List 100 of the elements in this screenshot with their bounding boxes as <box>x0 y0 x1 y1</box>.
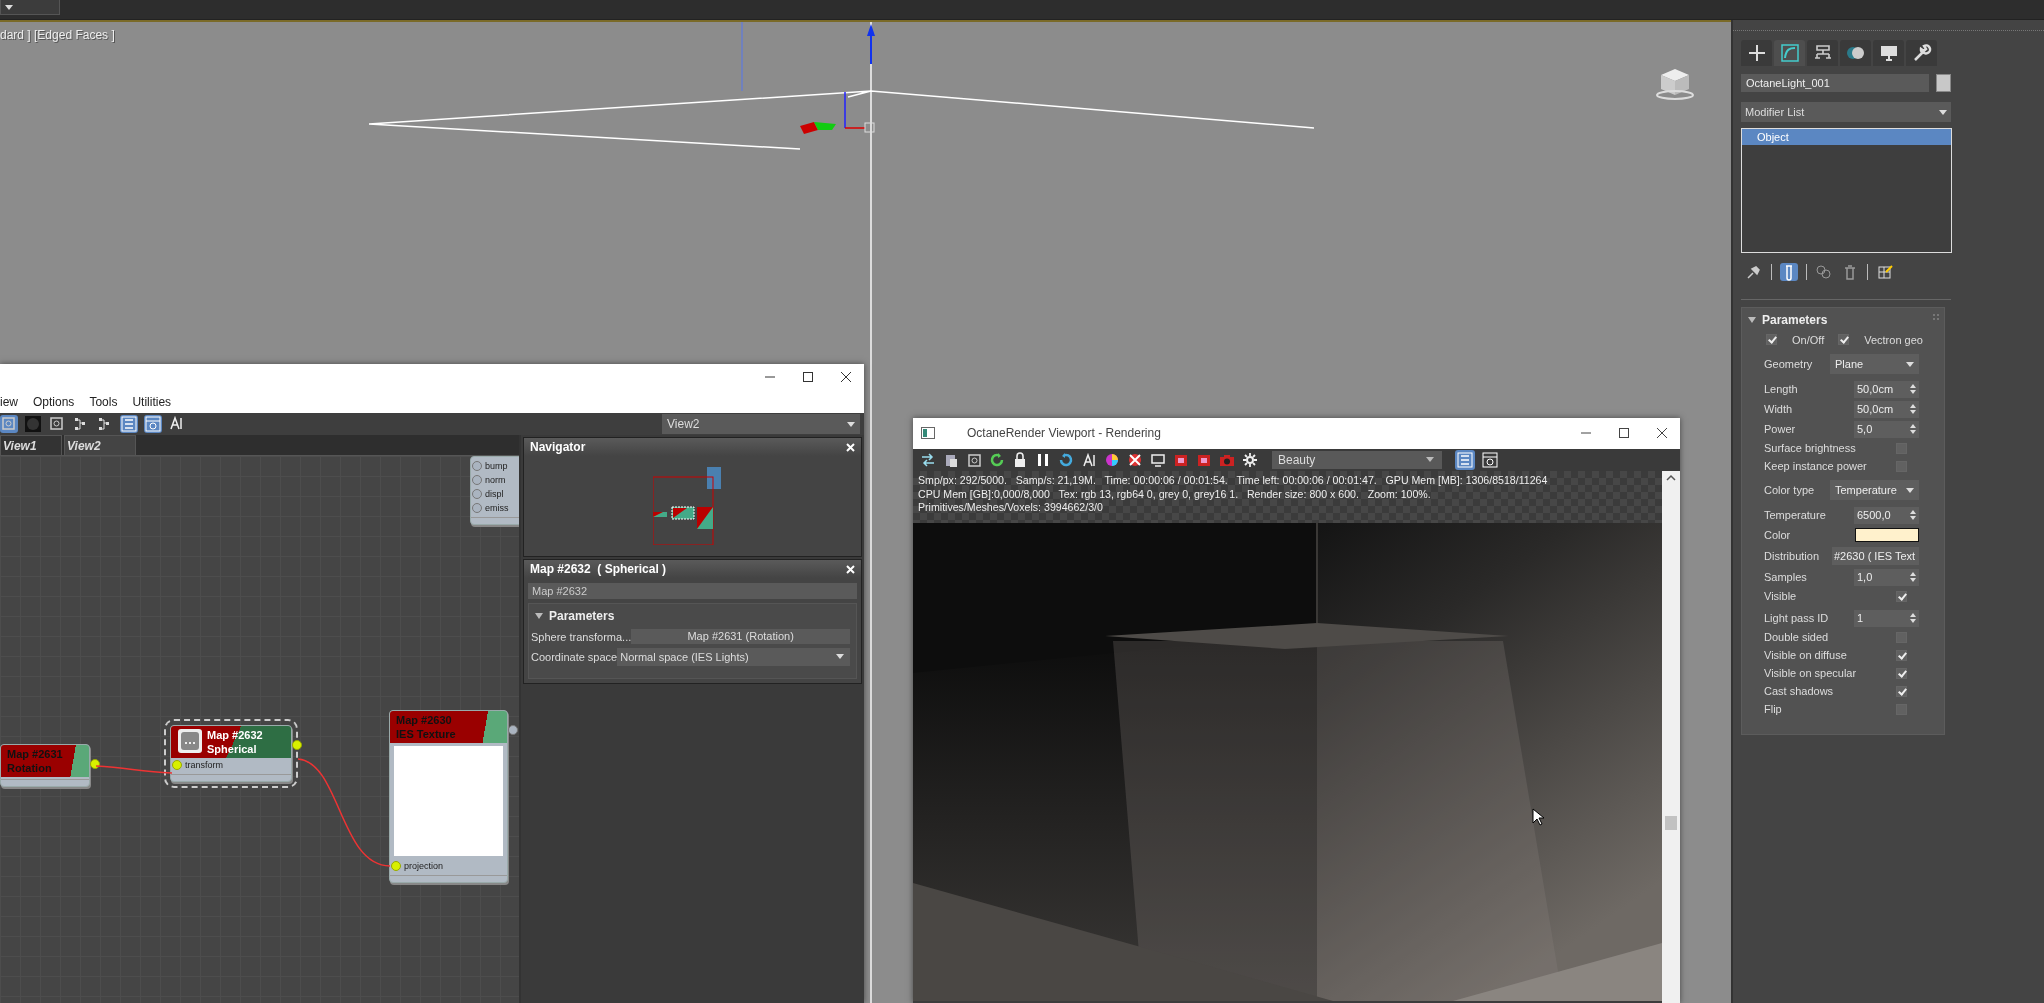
list-icon[interactable] <box>1455 449 1475 470</box>
close-button[interactable] <box>1656 427 1668 440</box>
map-node[interactable]: Map #2630 IES Texture projection <box>389 710 508 883</box>
map-button[interactable]: Map #2631 (Rotation) <box>631 629 850 644</box>
view-tab[interactable]: View2 <box>64 435 136 455</box>
caret-icon <box>847 421 855 427</box>
monitor-icon <box>1878 43 1899 63</box>
menu-item[interactable]: Options <box>33 394 75 409</box>
close-button[interactable] <box>840 371 852 383</box>
spinner-field[interactable]: 50,0cm <box>1854 400 1919 418</box>
color-swatch[interactable] <box>1936 74 1951 92</box>
name-field[interactable]: Map #2632 <box>528 583 857 599</box>
curve-icon <box>1779 43 1800 63</box>
port-dot[interactable] <box>472 489 482 499</box>
spinner-field[interactable]: 6500,0 <box>1854 506 1919 524</box>
panel-title: Navigator <box>530 440 586 454</box>
node-subtitle: Rotation <box>7 761 53 775</box>
modifier-list-dropdown[interactable]: Modifier List <box>1741 102 1951 122</box>
pin-icon[interactable] <box>1745 263 1763 281</box>
checkbox[interactable] <box>1838 334 1850 345</box>
spinner-arrows-icon <box>1910 384 1916 394</box>
checkbox-label: Surface brightness <box>1764 442 1857 454</box>
port-dot[interactable] <box>472 503 482 513</box>
port-label: norm <box>485 475 506 485</box>
stack-item[interactable]: Object <box>1742 129 1951 145</box>
field-label: Power <box>1764 423 1797 435</box>
menu-item[interactable]: Tools <box>89 394 118 409</box>
dropdown[interactable]: Plane <box>1830 354 1919 374</box>
node-stub[interactable]: bump norm displ emiss <box>470 456 519 525</box>
checkbox[interactable] <box>1896 649 1907 661</box>
spinner-field[interactable]: 1,0 <box>1854 568 1919 586</box>
tube-icon[interactable] <box>1780 263 1798 281</box>
window-title: OctaneRender Viewport - Rendering <box>967 426 1162 441</box>
panel-tab[interactable] <box>1840 40 1871 66</box>
panel-tab[interactable] <box>1741 40 1772 66</box>
collapse-icon[interactable] <box>1748 317 1756 323</box>
spinner-field[interactable]: 50,0cm <box>1854 380 1919 398</box>
window-icon[interactable] <box>144 415 162 433</box>
checkbox-label: Visible <box>1764 590 1798 602</box>
spinner-field[interactable]: 1 <box>1854 609 1919 627</box>
port-dot[interactable] <box>391 861 401 871</box>
checkbox[interactable] <box>1896 685 1907 697</box>
port-dot[interactable] <box>90 759 100 769</box>
port-dot[interactable] <box>508 725 518 735</box>
box-icon[interactable] <box>0 415 18 433</box>
checkbox-label: Keep instance power <box>1764 460 1868 472</box>
node-title: Map #2631 <box>7 747 63 761</box>
stats-line: Primitives/Meshes/Voxels: 3994662/3/0 <box>918 501 1104 515</box>
color-swatch[interactable] <box>1855 528 1919 542</box>
checkbox[interactable] <box>1896 590 1907 602</box>
checkbox[interactable] <box>1896 667 1907 679</box>
panel-tab[interactable] <box>1906 40 1937 66</box>
caret-icon <box>5 4 13 10</box>
field-label: Light pass ID <box>1764 612 1830 624</box>
arrows-icon[interactable] <box>919 450 937 469</box>
spinner-arrows-icon <box>1910 424 1916 434</box>
checkbox-label: Cast shadows <box>1764 685 1835 697</box>
caret-icon <box>1939 109 1947 115</box>
menu-item[interactable]: Utilities <box>132 394 172 409</box>
port-dot[interactable] <box>472 461 482 471</box>
spinner-field[interactable]: 5,0 <box>1854 420 1919 438</box>
caret-icon <box>1426 457 1434 463</box>
field-label: Temperature <box>1764 509 1827 521</box>
box-icon[interactable] <box>48 415 66 433</box>
dropdown[interactable]: Normal space (IES Lights) <box>617 647 850 666</box>
dropdown[interactable]: Temperature <box>1830 480 1919 500</box>
list-icon[interactable] <box>120 415 138 433</box>
cursor-icon <box>1532 808 1544 826</box>
port-dot[interactable] <box>172 760 182 770</box>
gear-icon[interactable] <box>1241 450 1259 469</box>
spinner-arrows-icon <box>1910 572 1916 582</box>
stats-line: Smp/px: 292/5000. Samp/s: 21,19M. Time: 00:00:06 / 00:01:54. Time left: 00:00:06 / 00:01:47. GPU Mem [MB]: 1306/8518/11264 <box>918 474 1549 488</box>
pass-dropdown[interactable]: Beauty <box>1272 450 1442 469</box>
collapse-icon[interactable] <box>535 613 543 619</box>
port-label: bump <box>485 461 508 471</box>
panel-tab[interactable] <box>1807 40 1838 66</box>
maximize-button[interactable] <box>802 371 814 383</box>
field-label: Geometry <box>1764 358 1814 370</box>
view-dropdown[interactable]: View2 <box>662 414 860 434</box>
axis-line <box>741 22 743 92</box>
window-icon[interactable] <box>1480 449 1500 470</box>
port-dot[interactable] <box>472 475 482 485</box>
modifier-stack[interactable]: Object <box>1741 128 1952 253</box>
grid-icon[interactable] <box>1876 263 1894 281</box>
checkbox-label: On/Off <box>1792 333 1825 346</box>
panel-tab[interactable] <box>1774 40 1805 66</box>
dropdown[interactable] <box>0 0 60 15</box>
scroll-thumb[interactable] <box>1665 816 1677 830</box>
menu-item[interactable]: iew <box>0 394 18 409</box>
view-tab[interactable]: View1 <box>0 435 62 455</box>
spinner-arrows-icon <box>1910 510 1916 520</box>
checkbox[interactable] <box>1766 334 1777 345</box>
scrollbar[interactable] <box>1662 471 1680 1003</box>
cubes-icon[interactable] <box>1815 263 1833 281</box>
maximize-button[interactable] <box>1618 427 1630 440</box>
refresh-icon[interactable] <box>988 450 1006 469</box>
map-button[interactable]: #2630 ( IES Text <box>1832 547 1919 565</box>
port-dot[interactable] <box>292 740 302 750</box>
panel-tab[interactable] <box>1873 40 1904 66</box>
object-name-field[interactable]: OctaneLight_001 <box>1741 74 1929 92</box>
